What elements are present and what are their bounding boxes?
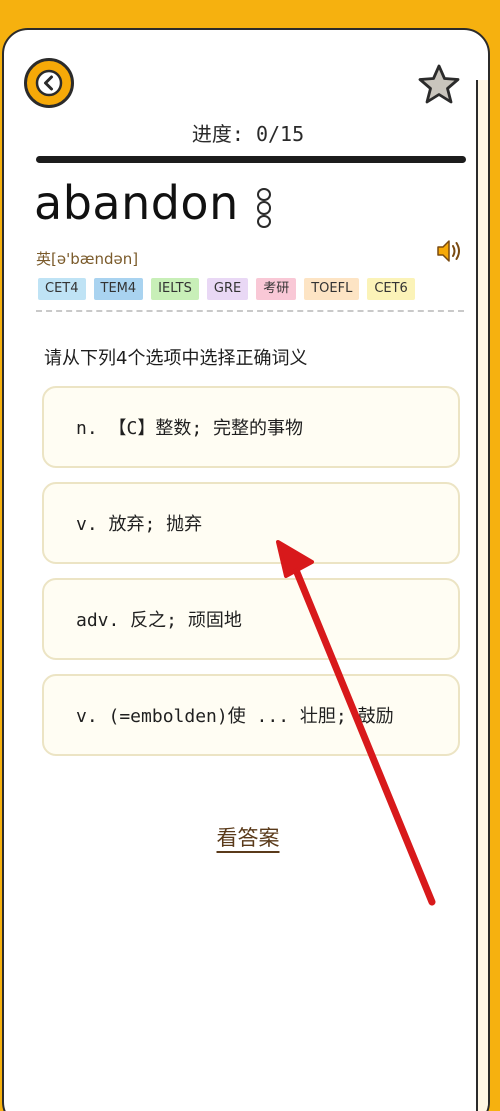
phonetic-text: 英[ə'bændən]: [36, 250, 139, 268]
option-2[interactable]: v. 放弃; 抛弃: [42, 482, 460, 564]
chevron-left-icon: [35, 69, 63, 97]
divider: [36, 310, 464, 312]
tag-cet4: CET4: [38, 278, 86, 300]
option-1[interactable]: n. 【C】整数; 完整的事物: [42, 386, 460, 468]
back-button[interactable]: [24, 58, 74, 108]
star-icon: [418, 64, 460, 104]
progress-bar: [36, 156, 466, 163]
tag-cet6: CET6: [367, 278, 415, 300]
tag-ielts: IELTS: [151, 278, 199, 300]
word-card: 进度: 0/15 abandon 英[ə'bændən] CET4 TEM4 I…: [2, 28, 490, 1111]
word-title: abandon: [34, 176, 239, 230]
instruction-text: 请从下列4个选项中选择正确词义: [44, 348, 308, 369]
favorite-button[interactable]: [414, 60, 464, 110]
speaker-icon[interactable]: [434, 236, 464, 266]
more-vertical-icon[interactable]: [256, 188, 272, 228]
show-answer-link[interactable]: 看答案: [4, 822, 488, 852]
progress-text: 进度: 0/15: [191, 122, 305, 146]
tag-kaoyan: 考研: [256, 278, 297, 300]
tag-gre: GRE: [206, 278, 249, 300]
option-3[interactable]: adv. 反之; 顽固地: [42, 578, 460, 660]
tag-toefl: TOEFL: [304, 278, 360, 300]
exam-tags: CET4 TEM4 IELTS GRE 考研 TOEFL CET6: [38, 278, 415, 300]
card-edge: [476, 80, 488, 1111]
tag-tem4: TEM4: [93, 278, 144, 300]
option-4[interactable]: v. (=embolden)使 ... 壮胆; 鼓励: [42, 674, 460, 756]
